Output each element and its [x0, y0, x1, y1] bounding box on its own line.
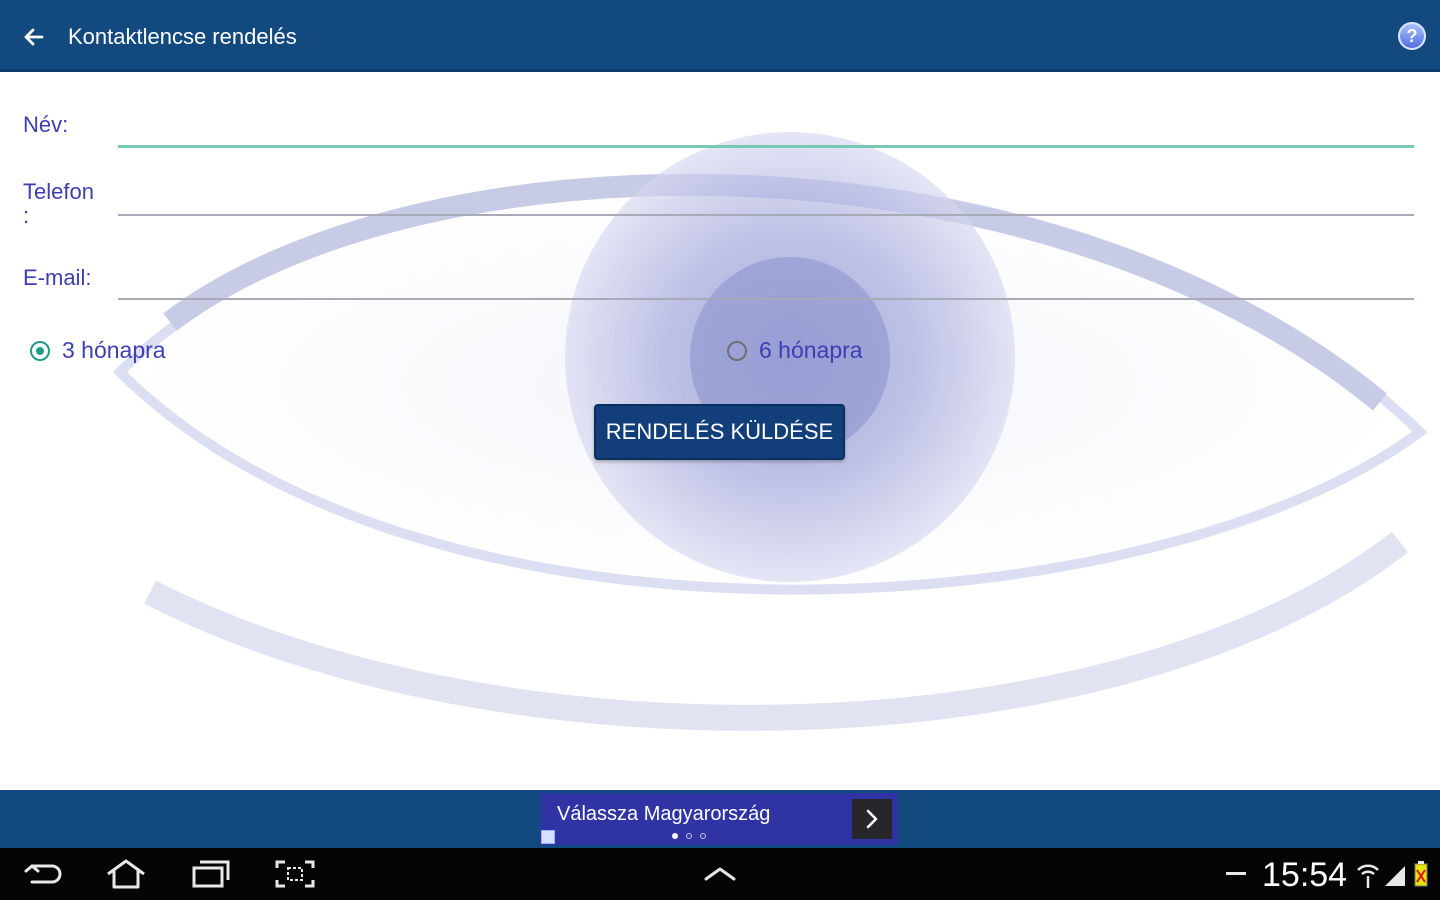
- email-label: E-mail:: [23, 265, 92, 290]
- system-screenshot-button[interactable]: [273, 856, 317, 892]
- battery-icon: [1414, 861, 1428, 887]
- phone-input[interactable]: [118, 170, 1418, 216]
- system-navigation-bar: 15:54: [0, 848, 1440, 900]
- ad-pager-dot: [672, 833, 678, 839]
- system-drawer-button[interactable]: [698, 856, 742, 892]
- ad-pager: [672, 833, 706, 839]
- ad-next-button[interactable]: [852, 799, 892, 839]
- back-button[interactable]: [18, 22, 48, 52]
- app-bar: Kontaktlencse rendelés ?: [0, 0, 1440, 72]
- ad-choices-icon[interactable]: [541, 830, 555, 844]
- home-icon: [107, 859, 145, 889]
- radio-checked-icon: [30, 340, 50, 361]
- status-clock: 15:54: [1262, 856, 1348, 894]
- status-icons: [1224, 860, 1250, 890]
- radio-6-months-label: 6 hónapra: [759, 337, 863, 363]
- help-icon: ?: [1406, 25, 1418, 46]
- email-underline: [118, 298, 1414, 300]
- radio-6-months[interactable]: 6 hónapra: [727, 337, 863, 364]
- ad-pager-dot: [686, 833, 692, 839]
- email-input[interactable]: [118, 255, 1418, 301]
- radio-3-months-label: 3 hónapra: [62, 337, 166, 363]
- ad-banner[interactable]: Válassza Magyarország: [540, 793, 898, 845]
- chevron-right-icon: [866, 809, 878, 829]
- back-icon: [24, 864, 62, 884]
- name-input[interactable]: [118, 102, 1418, 148]
- arrow-left-icon: [24, 28, 44, 46]
- system-recent-apps-button[interactable]: [188, 856, 232, 892]
- ad-bar: Válassza Magyarország: [0, 790, 1440, 848]
- name-label: Név:: [23, 112, 69, 137]
- radio-3-months[interactable]: 3 hónapra: [30, 337, 166, 364]
- phone-underline: [118, 214, 1414, 216]
- phone-label: Telefon :: [23, 179, 94, 228]
- recent-apps-icon: [192, 860, 230, 888]
- ad-pager-dot: [700, 833, 706, 839]
- minus-icon: [1226, 872, 1246, 875]
- radio-unchecked-icon: [727, 340, 747, 361]
- screenshot-icon: [275, 860, 315, 888]
- order-form: Név: Telefon : E-mail: 3 hónapra 6 hónap…: [0, 72, 1440, 790]
- submit-order-button[interactable]: RENDELÉS KÜLDÉSE: [594, 404, 845, 460]
- system-home-button[interactable]: [104, 856, 148, 892]
- system-back-button[interactable]: [22, 856, 66, 892]
- page-title: Kontaktlencse rendelés: [68, 24, 297, 49]
- chevron-up-icon: [704, 867, 736, 881]
- wifi-icon: [1357, 864, 1379, 888]
- signal-icon: [1385, 866, 1405, 886]
- ad-text: Válassza Magyarország: [557, 803, 771, 825]
- help-button[interactable]: ?: [1398, 22, 1426, 50]
- name-underline: [118, 145, 1414, 148]
